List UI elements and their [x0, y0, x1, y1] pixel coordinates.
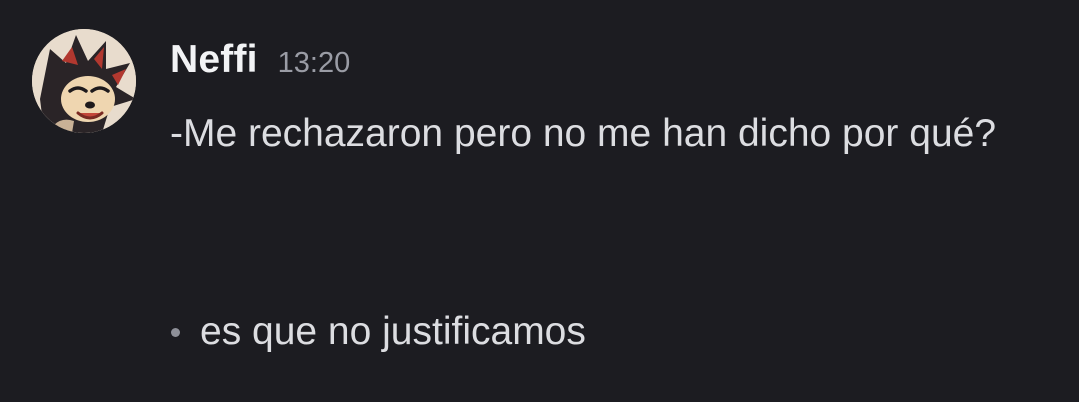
- avatar[interactable]: [32, 29, 136, 133]
- message-text: -Me rechazaron pero no me han dicho por …: [170, 112, 997, 155]
- list-item-text: es que no justificamos: [200, 310, 586, 353]
- bullet-dot-icon: [171, 327, 180, 337]
- bullet-list: es que no justificamos: [170, 301, 1030, 363]
- message-content: -Me rechazaron pero no me han dicho por …: [170, 103, 1030, 165]
- message-header: Neffi 13:20: [170, 38, 350, 88]
- username[interactable]: Neffi: [170, 38, 258, 82]
- timestamp: 13:20: [277, 47, 351, 79]
- list-item: es que no justificamos: [170, 301, 1030, 363]
- shadow-hedgehog-avatar-icon: [32, 29, 136, 133]
- chat-message: Neffi 13:20 -Me rechazaron pero no me ha…: [0, 0, 1079, 402]
